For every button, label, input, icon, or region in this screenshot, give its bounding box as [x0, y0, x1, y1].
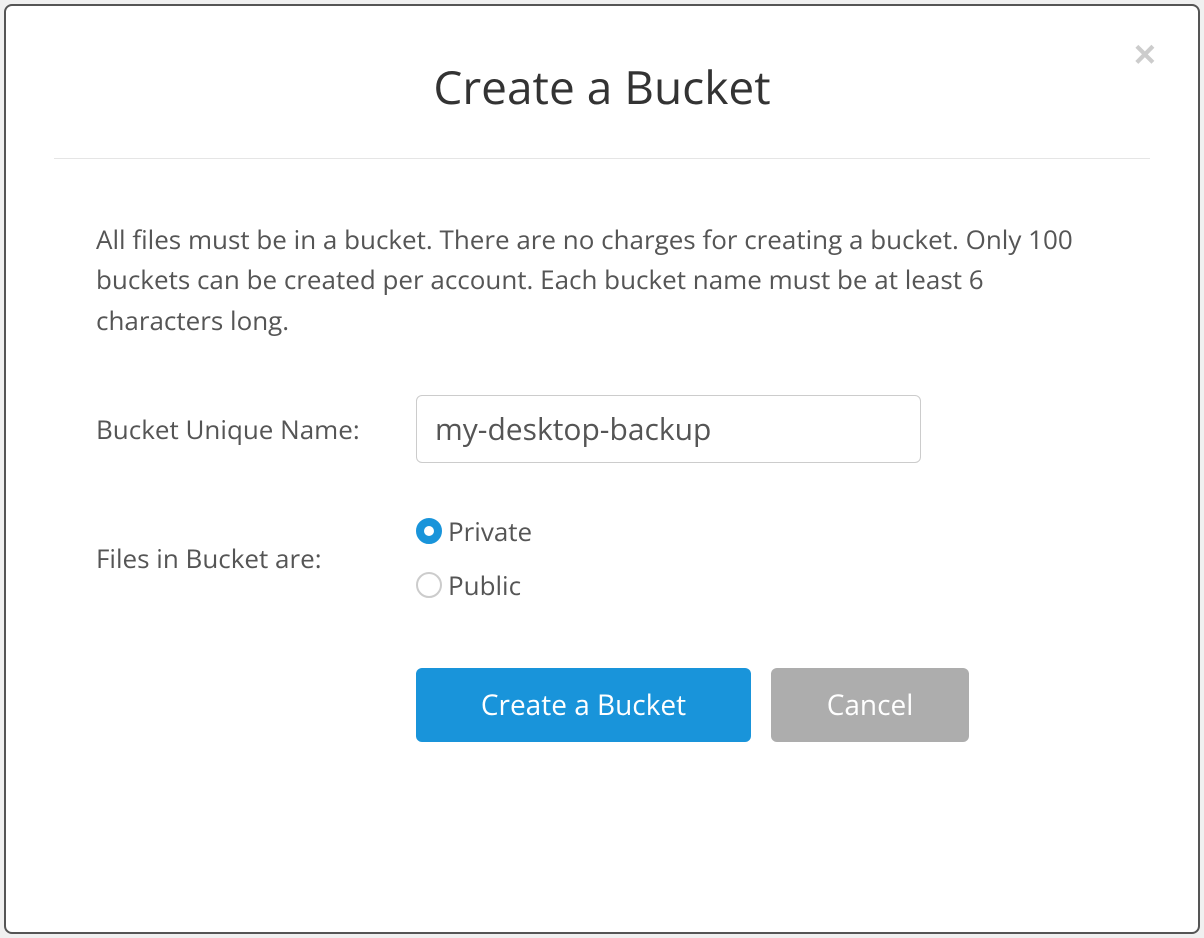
- modal-description: All files must be in a bucket. There are…: [96, 219, 1108, 340]
- visibility-private-label: Private: [448, 513, 532, 549]
- cancel-button[interactable]: Cancel: [771, 668, 969, 742]
- visibility-private-option[interactable]: Private: [416, 513, 1108, 549]
- button-row: Create a Bucket Cancel: [416, 668, 1108, 742]
- create-bucket-modal: × Create a Bucket All files must be in a…: [4, 4, 1200, 934]
- visibility-label: Files in Bucket are:: [96, 540, 416, 576]
- visibility-radio-group: Private Public: [416, 513, 1108, 603]
- bucket-name-input[interactable]: [416, 395, 921, 463]
- visibility-row: Files in Bucket are: Private Public: [96, 513, 1108, 603]
- radio-selected-icon: [416, 518, 442, 544]
- modal-title: Create a Bucket: [46, 56, 1158, 118]
- radio-unselected-icon: [416, 572, 442, 598]
- modal-header: Create a Bucket: [6, 6, 1198, 158]
- close-icon[interactable]: ×: [1134, 36, 1156, 74]
- create-bucket-button[interactable]: Create a Bucket: [416, 668, 751, 742]
- bucket-name-label: Bucket Unique Name:: [96, 411, 416, 447]
- visibility-public-label: Public: [448, 567, 521, 603]
- bucket-name-row: Bucket Unique Name:: [96, 395, 1108, 463]
- visibility-public-option[interactable]: Public: [416, 567, 1108, 603]
- modal-body: All files must be in a bucket. There are…: [6, 159, 1198, 782]
